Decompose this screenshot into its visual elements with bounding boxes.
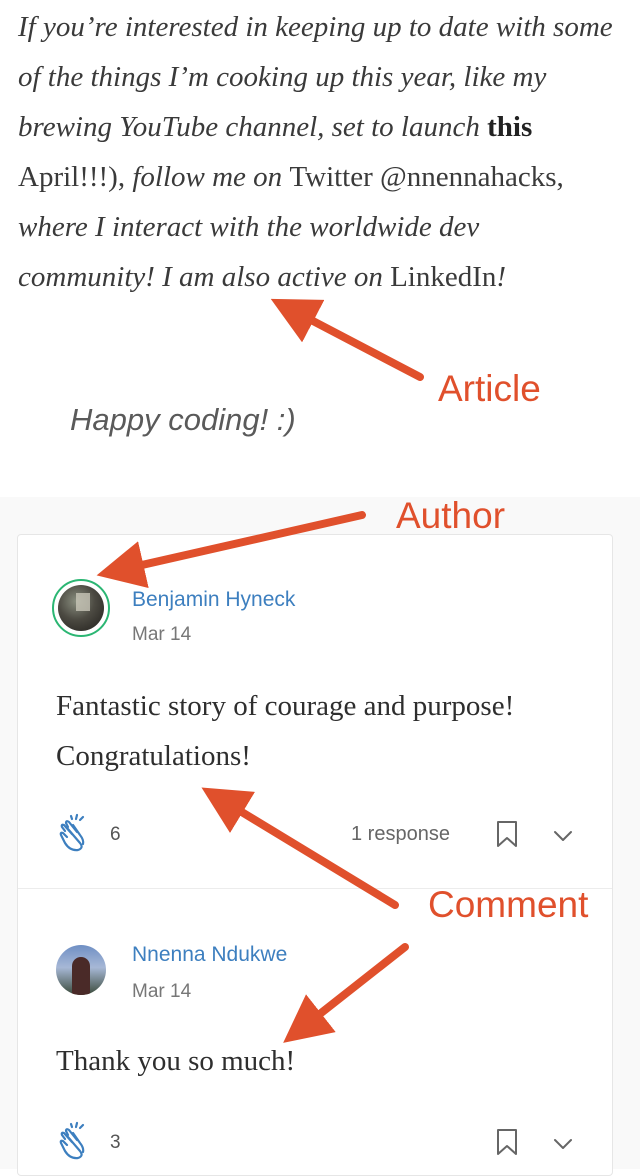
article-text-2: April!!!), — [18, 161, 133, 193]
responses-count-link[interactable]: 1 response — [351, 823, 450, 846]
clap-icon[interactable] — [56, 1121, 96, 1161]
chevron-down-icon[interactable] — [550, 822, 576, 852]
bookmark-icon[interactable] — [494, 819, 520, 849]
article-text-5: ! — [496, 261, 507, 293]
article-signoff: Happy coding! :) — [70, 402, 296, 437]
responses-card: Benjamin Hyneck Mar 14 Fantastic story o… — [17, 534, 613, 1176]
article-text-bold: this — [487, 111, 533, 143]
annotation-author-label: Author — [396, 495, 506, 536]
response-author-name[interactable]: Benjamin Hyneck — [132, 588, 295, 612]
linkedin-link[interactable]: LinkedIn — [390, 261, 496, 293]
twitter-link[interactable]: Twitter @nnennahacks, — [289, 161, 563, 193]
annotation-comment-label: Comment — [428, 884, 589, 925]
clap-count: 6 — [110, 824, 121, 845]
avatar[interactable] — [58, 585, 104, 631]
annotation-article-label: Article — [438, 368, 541, 409]
article-text-3: follow me on — [132, 161, 290, 193]
clap-icon[interactable] — [56, 813, 96, 853]
response-date[interactable]: Mar 14 — [132, 981, 191, 1003]
bookmark-icon[interactable] — [494, 1127, 520, 1157]
article-body: If you’re interested in keeping up to da… — [0, 0, 640, 497]
clap-count: 3 — [110, 1132, 121, 1153]
response-text[interactable]: Thank you so much! — [56, 1036, 576, 1086]
chevron-down-icon[interactable] — [550, 1130, 576, 1160]
response-text[interactable]: Fantastic story of courage and purpose! … — [56, 681, 576, 781]
response-author-name[interactable]: Nnenna Ndukwe — [132, 943, 287, 967]
response-date[interactable]: Mar 14 — [132, 624, 191, 646]
avatar[interactable] — [56, 945, 106, 995]
article-paragraph: If you’re interested in keeping up to da… — [18, 2, 618, 302]
